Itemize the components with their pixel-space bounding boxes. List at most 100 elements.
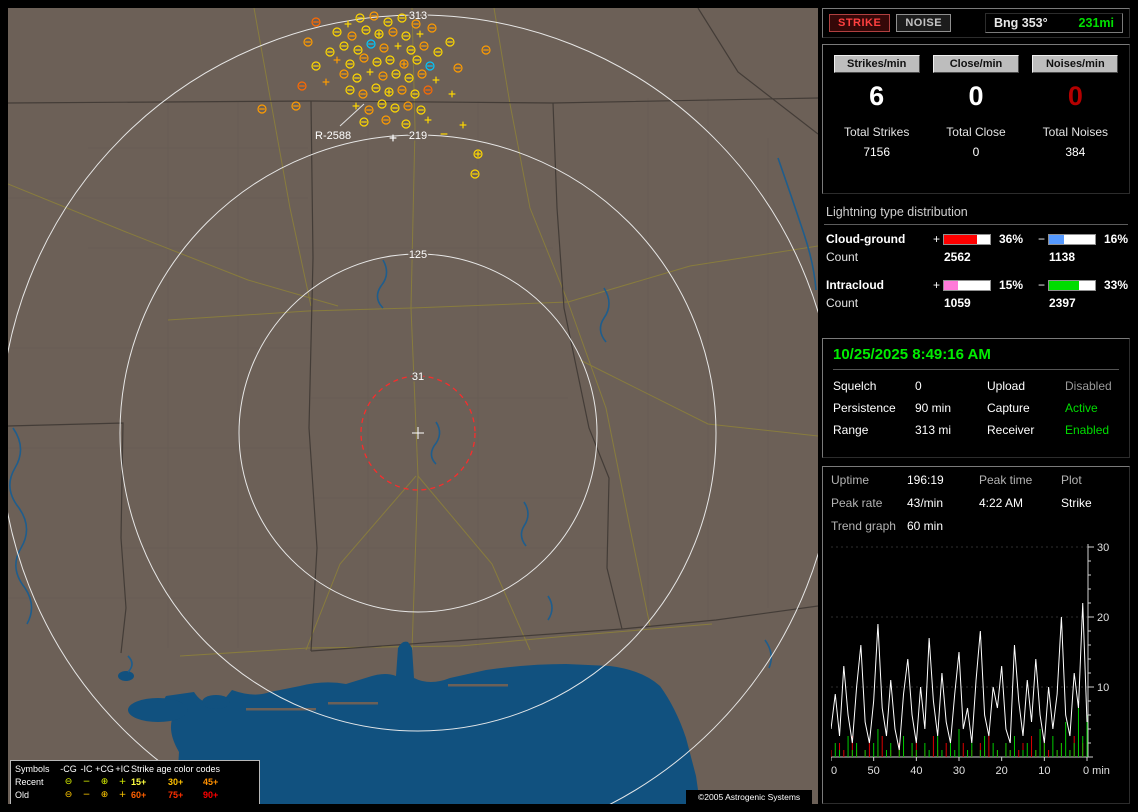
storm-cell-label: R-2588 (315, 130, 351, 142)
capture-label: Capture (987, 401, 1030, 415)
legend-col-neg-cg: -CG (60, 764, 77, 774)
age-60: 60+ (131, 790, 147, 800)
minus-icon: − (82, 777, 91, 787)
total-close-label: Total Close (946, 125, 1006, 139)
minus-icon: − (82, 790, 91, 800)
circle-plus-icon: ⊕ (100, 777, 109, 787)
intracloud-neg-count: 2397 (1049, 296, 1076, 310)
legend-recent-label: Recent (15, 777, 44, 787)
noises-per-min-column: Noises/min 0 Total Noises 384 (1026, 55, 1125, 159)
bearing-box: Bng 353° 231mi (985, 13, 1123, 33)
cloud-ground-pos-bar (943, 233, 991, 245)
cloud-ground-pos-pct: 36% (999, 232, 1024, 246)
uptime-value: 196:19 (907, 473, 944, 487)
svg-text:125: 125 (409, 249, 427, 261)
age-45: 45+ (203, 777, 219, 787)
total-close-value: 0 (972, 145, 980, 159)
receiver-status: Enabled (1065, 423, 1110, 437)
svg-text:20: 20 (1097, 612, 1109, 624)
svg-text:40: 40 (910, 765, 922, 777)
datetime: 10/25/2025 8:49:16 AM (833, 346, 1119, 370)
persistence-label: Persistence (833, 401, 896, 415)
svg-text:10: 10 (1038, 765, 1050, 777)
intracloud-pos-pct: 15% (999, 278, 1024, 292)
trend-window-value: 60 min (907, 519, 944, 533)
intracloud-neg-bar (1048, 279, 1096, 291)
intracloud-neg-pct: 33% (1104, 278, 1129, 292)
uptime-label: Uptime (831, 473, 870, 487)
range-value: 313 mi (915, 423, 952, 437)
rates-section: Strikes/min 6 Total Strikes 7156 Close/m… (822, 44, 1130, 194)
upload-label: Upload (987, 379, 1026, 393)
lightning-map[interactable]: 31 125 219 313 R-2588 Symbols -CG -IC +CG +… (8, 8, 818, 804)
strike-symbol-cp (374, 29, 384, 39)
legend-age-header: Strike age color codes (131, 764, 221, 774)
legend-symbols-label: Symbols (15, 764, 50, 774)
top-bar: STRIKE NOISE Bng 353° 231mi (822, 8, 1130, 38)
intracloud-label: Intracloud (826, 278, 885, 292)
map-canvas: 31125219313 R-2588 (8, 8, 818, 804)
close-per-min-column: Close/min 0 Total Close 0 (926, 55, 1025, 159)
bearing-value: Bng 353° (994, 16, 1048, 30)
nexstorm-window: 31 125 219 313 R-2588 Symbols -CG -IC +CG +… (0, 0, 1138, 812)
minus-sign: − (1037, 278, 1045, 292)
status-section: 10/25/2025 8:49:16 AM Squelch 0 Upload D… (822, 338, 1130, 458)
legend-header-row: Symbols -CG -IC +CG +IC Strike age color… (15, 763, 255, 776)
total-noises-value: 384 (1065, 145, 1086, 159)
bearing-distance: 231mi (1078, 16, 1114, 30)
trend-graph-label: Trend graph (831, 519, 896, 533)
close-per-min-value: 0 (968, 81, 984, 111)
legend-old-label: Old (15, 790, 30, 800)
range-label: Range (833, 423, 869, 437)
noises-per-min-value: 0 (1067, 81, 1083, 111)
svg-text:0 min: 0 min (1083, 765, 1110, 777)
upload-status: Disabled (1065, 379, 1112, 393)
total-noises-label: Total Noises (1042, 125, 1109, 139)
capture-status: Active (1065, 401, 1098, 415)
svg-text:31: 31 (412, 371, 424, 383)
legend-col-pos-cg: +CG (95, 764, 114, 774)
peak-rate-label: Peak rate (831, 496, 883, 510)
age-90: 90+ (203, 790, 219, 800)
svg-text:60: 60 (831, 765, 837, 777)
cloud-ground-pos-count: 2562 (944, 250, 971, 264)
cloud-ground-neg-bar (1048, 233, 1096, 245)
peak-rate-value: 43/min (907, 496, 944, 510)
plus-icon: + (118, 777, 127, 787)
control-panel: STRIKE NOISE Bng 353° 231mi Strikes/min … (822, 8, 1130, 804)
peak-time-label: Peak time (979, 473, 1033, 487)
squelch-value: 0 (915, 379, 922, 393)
plus-sign: + (932, 232, 940, 246)
svg-text:30: 30 (1097, 542, 1109, 554)
legend-old-row: Old ⊖ − ⊕ + 60+ 75+ 90+ (15, 789, 255, 802)
cloud-ground-neg-count: 1138 (1049, 250, 1076, 264)
svg-text:20: 20 (996, 765, 1008, 777)
plus-sign: + (932, 278, 940, 292)
squelch-label: Squelch (833, 379, 877, 393)
legend-recent-row: Recent ⊖ − ⊕ + 15+ 30+ 45+ (15, 776, 255, 789)
persistence-value: 90 min (915, 401, 952, 415)
peak-time-value: 4:22 AM (979, 496, 1024, 510)
distribution-title: Lightning type distribution (824, 202, 1128, 225)
count-label: Count (826, 296, 859, 310)
intracloud-pos-count: 1059 (944, 296, 971, 310)
strike-symbol-cp (384, 87, 394, 97)
circle-plus-icon: ⊕ (100, 790, 109, 800)
trend-chart: 30 20 10 60 50 40 30 20 10 0 min (825, 542, 1110, 777)
circle-minus-icon: ⊖ (64, 777, 73, 787)
count-label: Count (826, 250, 859, 264)
age-30: 30+ (168, 777, 184, 787)
circle-minus-icon: ⊖ (64, 790, 73, 800)
noise-toggle-button[interactable]: NOISE (896, 14, 952, 32)
distribution-section: Lightning type distribution Cloud-ground… (822, 202, 1130, 330)
strike-legend: Symbols -CG -IC +CG +IC Strike age color… (10, 760, 260, 804)
age-75: 75+ (168, 790, 184, 800)
noises-per-min-button[interactable]: Noises/min (1032, 55, 1119, 73)
strikes-per-min-column: Strikes/min 6 Total Strikes 7156 (827, 55, 926, 159)
strike-toggle-button[interactable]: STRIKE (829, 14, 891, 32)
plot-value: Strike (1061, 496, 1092, 510)
age-15: 15+ (131, 777, 147, 787)
close-per-min-button[interactable]: Close/min (932, 55, 1019, 73)
strikes-per-min-button[interactable]: Strikes/min (833, 55, 920, 73)
legend-col-neg-ic: -IC (80, 764, 93, 774)
